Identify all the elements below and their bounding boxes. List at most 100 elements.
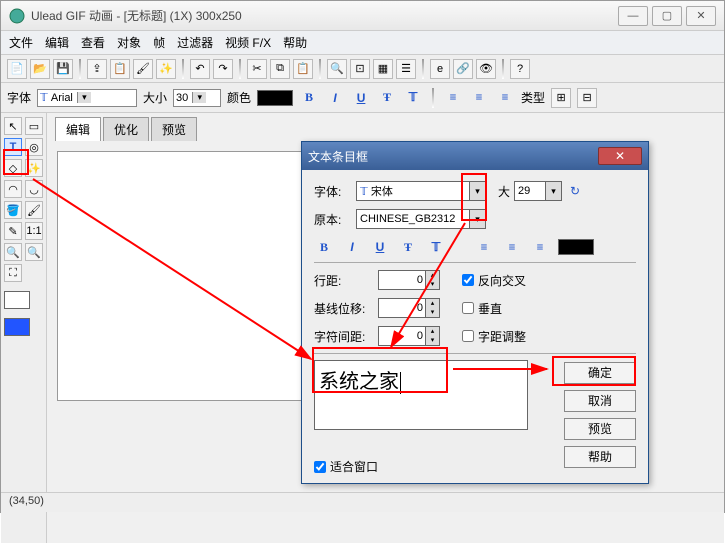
type-b-button[interactable]: ⊟	[577, 88, 597, 108]
canvas[interactable]	[57, 151, 337, 401]
select-rect-tool[interactable]: ▭	[25, 117, 43, 135]
new-button[interactable]: 📄	[7, 59, 27, 79]
size-label: 大小	[143, 89, 167, 106]
save-button[interactable]: 💾	[53, 59, 73, 79]
brush-button[interactable]: 🖌	[133, 59, 153, 79]
help-button[interactable]: ?	[510, 59, 530, 79]
dlg-vertical-check[interactable]: 垂直	[462, 300, 502, 317]
dialog-close-button[interactable]: ✕	[598, 147, 642, 165]
text-tool[interactable]: T	[4, 138, 22, 156]
menu-object[interactable]: 对象	[117, 34, 141, 51]
fg-swatch[interactable]	[4, 318, 30, 336]
dlg-help-button[interactable]: 帮助	[564, 446, 636, 468]
dlg-italic-button[interactable]: I	[342, 238, 362, 256]
brush-tool[interactable]: 🖌	[25, 201, 43, 219]
wizard-button[interactable]: 📋	[110, 59, 130, 79]
dlg-charspace-label: 字符间距:	[314, 328, 374, 345]
link-button[interactable]: 🔗	[453, 59, 473, 79]
fit-button[interactable]: ⊡	[350, 59, 370, 79]
undo-button[interactable]: ↶	[190, 59, 210, 79]
dlg-color-swatch[interactable]	[558, 239, 594, 255]
italic-button[interactable]: I	[325, 89, 345, 107]
dlg-text-input[interactable]: 系统之家	[314, 360, 528, 430]
redo-button[interactable]: ↷	[213, 59, 233, 79]
dlg-align-center[interactable]: ≡	[502, 238, 522, 256]
titlebar: Ulead GIF 动画 - [无标题] (1X) 300x250 — ▢ ✕	[1, 1, 724, 31]
doc-tabs: 编辑 优化 预览	[51, 117, 720, 141]
dlg-size-combo[interactable]: 29▾	[514, 181, 562, 201]
paste-button[interactable]: 📋	[293, 59, 313, 79]
actual-size-tool[interactable]: 1:1	[25, 222, 43, 240]
font-combo[interactable]: 𝕋 Arial▾	[37, 89, 137, 107]
dlg-font-combo[interactable]: 𝕋 宋体▾	[356, 181, 486, 201]
color-swatch[interactable]	[257, 90, 293, 106]
menu-view[interactable]: 查看	[81, 34, 105, 51]
bold-button[interactable]: B	[299, 89, 319, 107]
underline-button[interactable]: U	[351, 89, 371, 107]
menubar: 文件 编辑 查看 对象 帧 过滤器 视频 F/X 帮助	[1, 31, 724, 55]
dlg-align-left[interactable]: ≡	[474, 238, 494, 256]
crop-tool[interactable]: ⛶	[4, 264, 22, 282]
magic-button[interactable]: ✨	[156, 59, 176, 79]
dlg-strike-button[interactable]: Ŧ	[398, 238, 418, 256]
smartlasso-tool[interactable]: ◡	[25, 180, 43, 198]
fill-tool[interactable]: 🪣	[4, 201, 22, 219]
dlg-baseline-spin[interactable]: 0▴▾	[378, 298, 440, 318]
layers-button[interactable]: ☰	[396, 59, 416, 79]
dlg-underline-button[interactable]: U	[370, 238, 390, 256]
strike-button[interactable]: Ŧ	[377, 89, 397, 107]
type-a-button[interactable]: ⊞	[551, 88, 571, 108]
bg-swatch[interactable]	[4, 291, 30, 309]
dlg-bold-button[interactable]: B	[314, 238, 334, 256]
arrow-tool[interactable]: ↖	[4, 117, 22, 135]
zoom-button[interactable]: 🔍	[327, 59, 347, 79]
dlg-cancel-button[interactable]: 取消	[564, 390, 636, 412]
outline-button[interactable]: 𝕋	[403, 89, 423, 107]
tab-optimize[interactable]: 优化	[103, 117, 149, 141]
dialog-titlebar: 文本条目框 ✕	[302, 142, 648, 170]
preview-button[interactable]: 👁	[476, 59, 496, 79]
zoomout-tool[interactable]: 🔍	[25, 243, 43, 261]
dlg-orig-label: 原本:	[314, 211, 352, 228]
align-center-button[interactable]: ≡	[469, 89, 489, 107]
dlg-reverse-check[interactable]: 反向交叉	[462, 272, 526, 289]
cut-button[interactable]: ✂	[247, 59, 267, 79]
open-button[interactable]: 📂	[30, 59, 50, 79]
menu-frame[interactable]: 帧	[153, 34, 165, 51]
shape-tool[interactable]: ◇	[4, 159, 22, 177]
dlg-font-label: 字体:	[314, 183, 352, 200]
dlg-charset-combo[interactable]: CHINESE_GB2312▾	[356, 209, 486, 229]
refresh-icon[interactable]: ↻	[570, 184, 580, 198]
dlg-ok-button[interactable]: 确定	[564, 362, 636, 384]
close-button[interactable]: ✕	[686, 6, 716, 26]
lasso-tool[interactable]: ◠	[4, 180, 22, 198]
zoomin-tool[interactable]: 🔍	[4, 243, 22, 261]
minimize-button[interactable]: —	[618, 6, 648, 26]
dlg-kerning-check[interactable]: 字距调整	[462, 328, 526, 345]
copy-button[interactable]: ⧉	[270, 59, 290, 79]
web-button[interactable]: e	[430, 59, 450, 79]
maximize-button[interactable]: ▢	[652, 6, 682, 26]
target-tool[interactable]: ◎	[25, 138, 43, 156]
grid-button[interactable]: ▦	[373, 59, 393, 79]
main-toolbar: 📄 📂 💾 ⇪ 📋 🖌 ✨ ↶ ↷ ✂ ⧉ 📋 🔍 ⊡ ▦ ☰ e 🔗 👁 ?	[1, 55, 724, 83]
dlg-preview-button[interactable]: 预览	[564, 418, 636, 440]
dlg-align-right[interactable]: ≡	[530, 238, 550, 256]
menu-help[interactable]: 帮助	[283, 34, 307, 51]
window-title: Ulead GIF 动画 - [无标题] (1X) 300x250	[31, 7, 614, 24]
menu-videofx[interactable]: 视频 F/X	[225, 34, 271, 51]
menu-edit[interactable]: 编辑	[45, 34, 69, 51]
tab-preview[interactable]: 预览	[151, 117, 197, 141]
align-left-button[interactable]: ≡	[443, 89, 463, 107]
dlg-line-spin[interactable]: 0▴▾	[378, 270, 440, 290]
wand-tool[interactable]: ✨	[25, 159, 43, 177]
dlg-charspace-spin[interactable]: 0▴▾	[378, 326, 440, 346]
export-button[interactable]: ⇪	[87, 59, 107, 79]
menu-file[interactable]: 文件	[9, 34, 33, 51]
dlg-outline-button[interactable]: 𝕋	[426, 238, 446, 256]
menu-filter[interactable]: 过滤器	[177, 34, 213, 51]
tab-edit[interactable]: 编辑	[55, 117, 101, 141]
eyedrop-tool[interactable]: ✎	[4, 222, 22, 240]
align-right-button[interactable]: ≡	[495, 89, 515, 107]
size-combo[interactable]: 30▾	[173, 89, 221, 107]
